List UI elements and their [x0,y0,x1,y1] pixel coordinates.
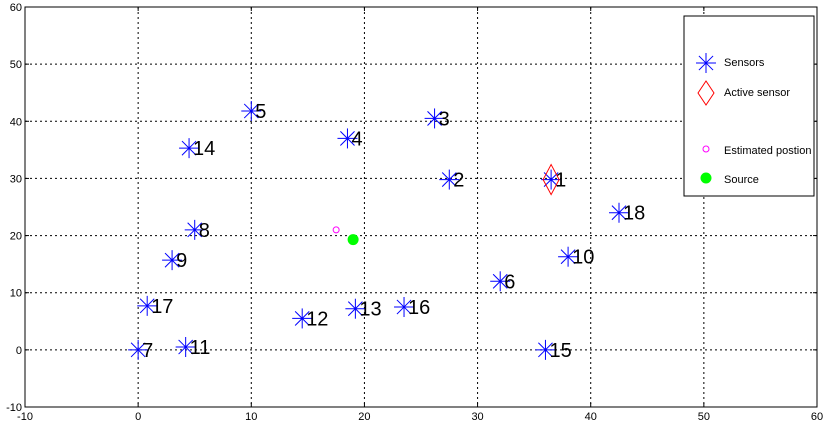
sensor-label-2: 2 [453,170,464,192]
sensor-label-10: 10 [572,247,594,269]
sensor-label-6: 6 [504,271,515,293]
sensor-label-1: 1 [555,170,566,192]
sensor-label-5: 5 [255,101,266,123]
sensor-label-3: 3 [439,108,450,130]
x-tick-label: 60 [811,411,823,423]
sensor-label-13: 13 [359,299,381,321]
legend-source-icon [700,172,712,184]
y-tick-label: 50 [10,59,22,71]
legend: Sensors Active sensor Estimated postion Sou… [683,15,815,197]
x-tick-label: 50 [698,411,710,423]
legend-label: Source [724,174,759,186]
estimated-position-marker [332,226,340,234]
y-tick-label: 10 [10,288,22,300]
legend-label: Sensors [724,57,765,69]
sensor-label-15: 15 [549,340,571,362]
y-tick-label: 0 [16,345,22,357]
y-tick-label: 20 [10,231,22,243]
sensor-label-9: 9 [176,250,187,272]
legend-sensors-icon [696,53,716,73]
sensor-label-12: 12 [306,308,328,330]
x-tick-label: 0 [135,411,141,423]
y-tick-label: 40 [10,116,22,128]
scatter-plot: -10 0 10 20 30 40 50 60-100102030405060 1234567… [6,2,823,423]
sensor-label-17: 17 [151,296,173,318]
sensor-label-11: 11 [190,337,211,359]
legend-label: Estimated postion [724,145,811,157]
y-tick-label: 30 [10,173,22,185]
x-tick-label: 10 [245,411,257,423]
source-marker [347,234,359,246]
sensor-label-8: 8 [199,220,210,242]
sensor-label-16: 16 [408,297,430,319]
legend-box [683,15,815,197]
sensor-label-14: 14 [193,138,215,160]
x-tick-label: 20 [358,411,370,423]
x-tick-label: 30 [471,411,483,423]
sensor-label-4: 4 [351,128,362,150]
sensor-label-7: 7 [142,340,153,362]
data-marks: 123456789 101112 131415161718 [128,101,645,362]
y-tick-label: -10 [6,402,22,414]
legend-label: Active sensor [724,87,790,99]
x-tick-label: 40 [585,411,597,423]
sensor-label-18: 18 [623,203,645,225]
y-tick-label: 60 [10,2,22,14]
